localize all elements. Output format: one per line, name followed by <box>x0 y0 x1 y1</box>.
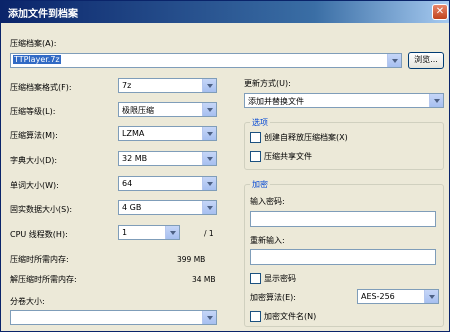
sfx-label: 创建自释放压缩档案(X) <box>264 133 348 142</box>
chevron-down-icon[interactable] <box>424 290 438 303</box>
split-label: 分卷大小: <box>10 297 45 306</box>
mem-decompress-value: 34 MB <box>192 275 216 284</box>
format-value: 7z <box>122 81 132 90</box>
threads-value: 1 <box>122 228 128 237</box>
dict-label: 字典大小(D): <box>10 156 58 165</box>
level-value: 极限压缩 <box>122 106 154 115</box>
title-bar: 添加文件到档案 ✕ <box>1 1 449 23</box>
mem-decompress-label: 解压缩时所需内存: <box>10 275 77 284</box>
solid-value: 4 GB <box>122 203 142 212</box>
word-label: 单词大小(W): <box>10 181 59 190</box>
show-password-label: 显示密码 <box>264 274 296 283</box>
mem-compress-value: 399 MB <box>177 255 206 264</box>
shared-checkbox[interactable] <box>250 151 261 162</box>
update-label: 更新方式(U): <box>244 79 291 88</box>
dict-select[interactable]: 32 MB <box>118 151 217 166</box>
format-label: 压缩档案格式(F): <box>10 83 72 92</box>
reenter-label: 重新输入: <box>250 236 285 245</box>
close-button[interactable]: ✕ <box>432 4 448 20</box>
method-select[interactable]: LZMA <box>118 126 217 141</box>
chevron-down-icon[interactable] <box>202 311 216 324</box>
threads-label: CPU 线程数(H): <box>10 230 68 239</box>
solid-label: 固实数据大小(S): <box>10 205 73 214</box>
algorithm-value: AES-256 <box>361 292 395 301</box>
algorithm-label: 加密算法(E): <box>250 293 296 302</box>
browse-button[interactable]: 浏览... <box>408 52 444 69</box>
window-title: 添加文件到档案 <box>8 9 78 20</box>
chevron-down-icon[interactable] <box>202 177 216 190</box>
level-label: 压缩等级(L): <box>10 107 56 116</box>
archive-path-value: TTPlayer.7z <box>13 55 61 64</box>
options-group: 选项 <box>244 117 444 170</box>
method-label: 压缩算法(M): <box>10 131 58 140</box>
chevron-down-icon[interactable] <box>387 54 401 67</box>
update-select[interactable]: 添加并替换文件 <box>244 93 444 108</box>
update-value: 添加并替换文件 <box>248 97 304 106</box>
archive-path-combo[interactable]: TTPlayer.7z <box>10 53 402 68</box>
threads-max: / 1 <box>204 229 214 238</box>
chevron-down-icon[interactable] <box>202 127 216 140</box>
show-password-checkbox[interactable] <box>250 273 261 284</box>
threads-select[interactable]: 1 <box>118 225 180 240</box>
solid-select[interactable]: 4 GB <box>118 200 217 215</box>
mem-compress-label: 压缩时所需内存: <box>10 255 69 264</box>
encrypt-names-label: 加密文件名(N) <box>264 312 317 321</box>
password-input[interactable] <box>250 211 436 227</box>
chevron-down-icon[interactable] <box>202 79 216 92</box>
archive-label: 压缩档案(A): <box>10 39 57 48</box>
split-combo[interactable] <box>10 310 217 325</box>
shared-label: 压缩共享文件 <box>264 152 312 161</box>
word-select[interactable]: 64 <box>118 176 217 191</box>
dict-value: 32 MB <box>122 154 148 163</box>
encryption-title: 加密 <box>250 179 270 190</box>
chevron-down-icon[interactable] <box>202 103 216 116</box>
chevron-down-icon[interactable] <box>202 201 216 214</box>
word-value: 64 <box>122 179 133 188</box>
password-label: 输入密码: <box>250 197 285 206</box>
chevron-down-icon[interactable] <box>202 152 216 165</box>
format-select[interactable]: 7z <box>118 78 217 93</box>
add-to-archive-dialog: 添加文件到档案 ✕ 压缩档案(A): TTPlayer.7z 浏览... 压缩档… <box>0 0 450 332</box>
sfx-checkbox[interactable] <box>250 132 261 143</box>
algorithm-select[interactable]: AES-256 <box>357 289 439 304</box>
options-title: 选项 <box>250 117 270 128</box>
method-value: LZMA <box>122 129 145 138</box>
level-select[interactable]: 极限压缩 <box>118 102 217 117</box>
chevron-down-icon[interactable] <box>429 94 443 107</box>
chevron-down-icon[interactable] <box>165 226 179 239</box>
encrypt-names-checkbox[interactable] <box>250 311 261 322</box>
reenter-password-input[interactable] <box>250 249 436 265</box>
